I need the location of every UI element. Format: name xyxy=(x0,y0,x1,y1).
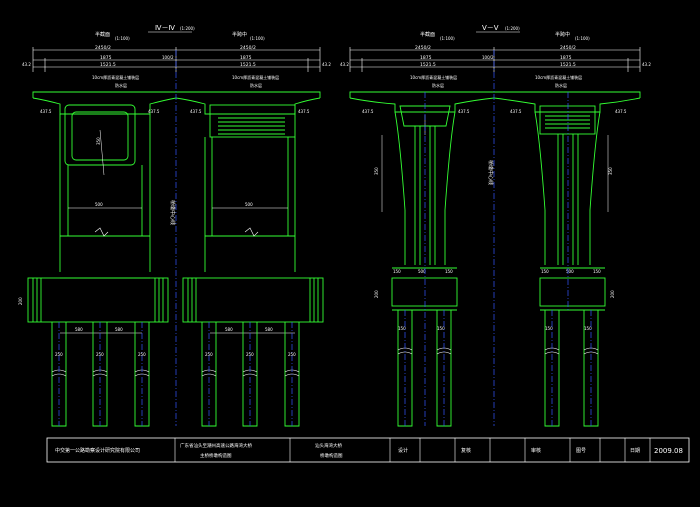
title-project: 广东省汕头至潮州高速公路海湾大桥 xyxy=(180,442,252,449)
deck-note2-right: 防水层 xyxy=(250,82,262,88)
right-view: Ⅴ－Ⅴ (1:200) 半截面 (1:100) 半跨中 (1:100) 2450… xyxy=(340,24,651,427)
dim-h-left: 350 xyxy=(96,137,101,145)
dim-r-cap-v2: 200 xyxy=(610,290,615,298)
right-left-half-label: 半截面 xyxy=(420,31,435,38)
right-half-scale: (1:100) xyxy=(250,36,265,41)
dim-r-small-2: 150 xyxy=(445,269,453,274)
dim-r-mid: 100/2 xyxy=(482,55,494,60)
dim-d1: 1875 xyxy=(100,55,112,61)
dim-r-side-2: 437.5 xyxy=(458,109,470,114)
dim-r-d3: 1521.5 xyxy=(420,62,436,68)
dim-r-pier-2: 500 xyxy=(566,269,574,274)
dim-half-right2: 2450/2 xyxy=(560,45,576,51)
deck-note-r-left: 10cm厚沥青混凝土铺装层 xyxy=(410,74,457,80)
dim-total-left: 2450/2 xyxy=(95,45,111,51)
drawing-canvas: Ⅳ－Ⅳ (1:200) 半截面 (1:100) 半跨中 (1:100) 2450… xyxy=(18,24,690,463)
deck-note2-r-left: 防水层 xyxy=(432,82,444,88)
dim-pile-3: 250 xyxy=(138,352,146,357)
dim-r-side-4: 437.5 xyxy=(615,109,627,114)
dim-r-d2: 1875 xyxy=(560,55,572,61)
right-half-label: 半跨中 xyxy=(232,31,247,38)
dim-r-edge-r: 43.2 xyxy=(642,62,651,67)
dim-side-r2: 437.5 xyxy=(298,109,310,114)
dim-r-vert-r: 350 xyxy=(608,167,613,175)
dim-pile-1: 250 xyxy=(55,352,63,357)
title-block: 中交第一公路勘察设计研究院有限公司 广东省汕头至潮州高速公路海湾大桥 主桥桥墩构… xyxy=(46,437,690,463)
dim-pile-5: 250 xyxy=(246,352,254,357)
dim-vert-cap: 200 xyxy=(18,297,23,305)
dim-pier-l: 500 xyxy=(95,202,103,207)
dim-r-side-3: 437.5 xyxy=(510,109,522,114)
dim-side-l2: 437.5 xyxy=(148,109,160,114)
title-company: 中交第一公路勘察设计研究院有限公司 xyxy=(55,447,140,454)
dim-pier-r: 500 xyxy=(245,202,253,207)
right-left-half-scale: (1:100) xyxy=(440,36,455,41)
dim-r-vert-l: 350 xyxy=(374,167,379,175)
dim-pile-4: 250 xyxy=(205,352,213,357)
dim-cap-r2: 580 xyxy=(265,327,273,332)
title-project2: 主桥桥墩构造图 xyxy=(200,452,232,459)
deck-note-left: 10cm厚沥青混凝土铺装层 xyxy=(92,74,139,80)
dim-pile-2: 250 xyxy=(96,352,104,357)
dim-side-l: 437.5 xyxy=(40,109,52,114)
left-half-label: 半截面 xyxy=(95,31,110,38)
left-half-scale: (1:100) xyxy=(115,36,130,41)
dim-r-cap-v1: 200 xyxy=(374,290,379,298)
dim-edge-l: 43.2 xyxy=(22,62,31,67)
dim-total-right: 2450/2 xyxy=(415,45,431,51)
dim-d3: 1521.5 xyxy=(100,62,116,68)
left-view-scale: (1:200) xyxy=(180,26,195,31)
centerline-label-right: 桥墩中心线 xyxy=(487,160,494,185)
deck-note2-r-right: 防水层 xyxy=(555,82,567,88)
dim-r-d4: 1521.5 xyxy=(560,62,576,68)
right-right-half-scale: (1:100) xyxy=(575,36,590,41)
dim-edge-r: 43.2 xyxy=(322,62,331,67)
right-view-title: Ⅴ－Ⅴ xyxy=(482,24,499,32)
dim-d4: 1521.5 xyxy=(240,62,256,68)
dim-r-d1: 1875 xyxy=(420,55,432,61)
title-design: 设计 xyxy=(398,447,408,454)
dim-cap-l1: 580 xyxy=(75,327,83,332)
dim-r-edge-l: 43.2 xyxy=(340,62,349,67)
right-right-half-label: 半跨中 xyxy=(555,31,570,38)
dim-cap-r1: 580 xyxy=(225,327,233,332)
title-sheet: 图号 xyxy=(576,448,586,454)
dim-cap-l2: 580 xyxy=(115,327,123,332)
left-view-title: Ⅳ－Ⅳ xyxy=(155,24,175,32)
title-date: 2009.08 xyxy=(654,447,683,455)
centerline-label-left: 桥墩中心线 xyxy=(169,200,176,225)
dim-r-small-3: 150 xyxy=(541,269,549,274)
right-view-scale: (1:200) xyxy=(505,26,520,31)
title-drawing-name: 汕头海湾大桥 xyxy=(315,442,342,449)
dim-pile-6: 250 xyxy=(288,352,296,357)
dim-mid: 100/2 xyxy=(162,55,174,60)
title-date-label: 日期 xyxy=(630,448,640,454)
title-review: 复核 xyxy=(461,447,471,454)
dim-half-right: 2450/2 xyxy=(240,45,256,51)
deck-note-r-right: 10cm厚沥青混凝土铺装层 xyxy=(535,74,582,80)
dim-r-small-4: 150 xyxy=(593,269,601,274)
deck-note2-left: 防水层 xyxy=(115,82,127,88)
dim-d2: 1875 xyxy=(240,55,252,61)
left-view: Ⅳ－Ⅳ (1:200) 半截面 (1:100) 半跨中 (1:100) 2450… xyxy=(18,24,331,427)
dim-r-side-1: 437.5 xyxy=(362,109,374,114)
title-approve: 审核 xyxy=(531,447,541,454)
title-drawing-name2: 桥墩构造图 xyxy=(320,452,343,459)
dim-side-r: 437.5 xyxy=(190,109,202,114)
dim-r-small-1: 150 xyxy=(393,269,401,274)
deck-note-right: 10cm厚沥青混凝土铺装层 xyxy=(232,74,279,80)
